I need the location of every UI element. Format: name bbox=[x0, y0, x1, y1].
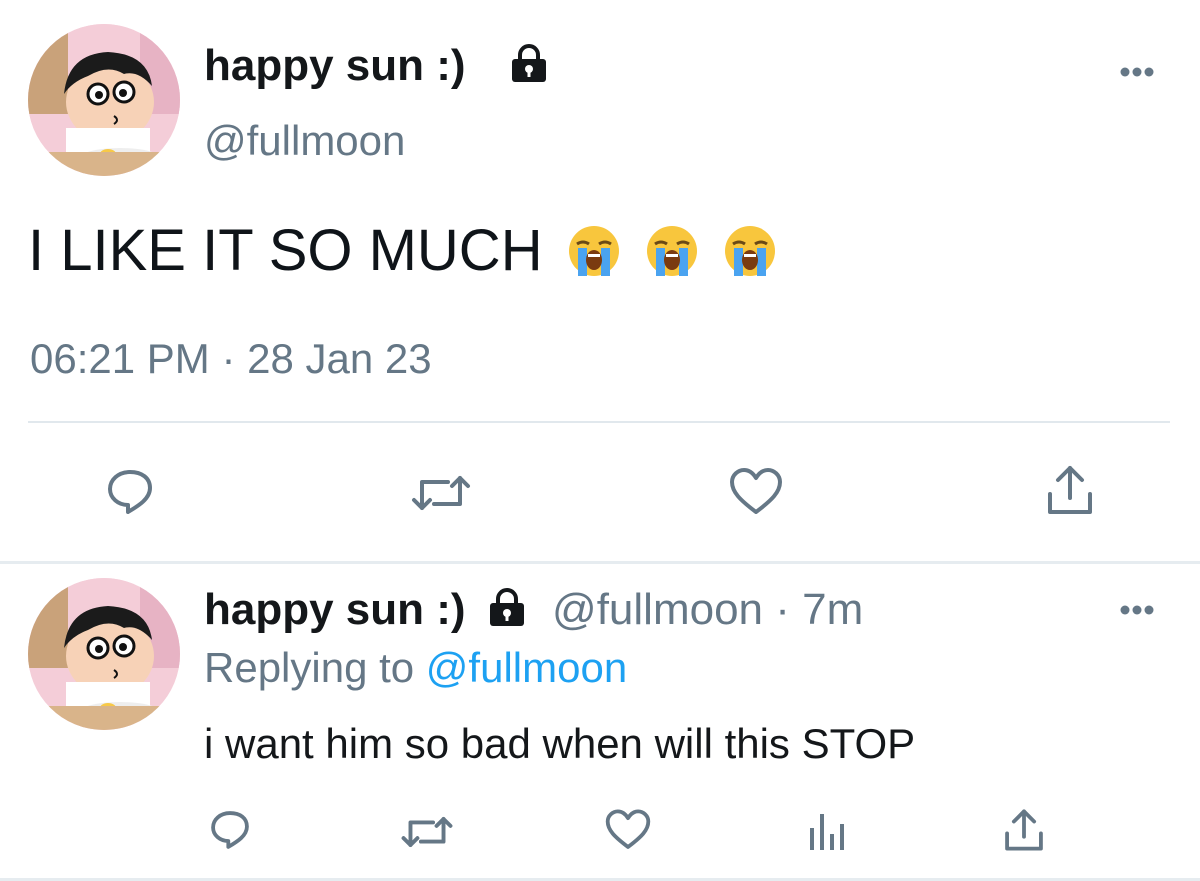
reply-icon[interactable] bbox=[104, 466, 156, 518]
avatar[interactable] bbox=[28, 24, 180, 176]
loudly-crying-face-icon bbox=[567, 224, 621, 278]
share-icon[interactable] bbox=[1002, 806, 1046, 854]
reply-header: happy sun :) @fullmoon · 7m bbox=[204, 582, 863, 638]
tweet-text-row: I LIKE IT SO MUCH bbox=[28, 218, 777, 284]
reply-text: i want him so bad when will this STOP bbox=[204, 720, 916, 767]
reply-handle[interactable]: @fullmoon bbox=[552, 585, 763, 634]
retweet-icon[interactable] bbox=[400, 812, 454, 852]
share-icon[interactable] bbox=[1044, 462, 1096, 518]
display-name[interactable]: happy sun :) bbox=[204, 38, 466, 94]
lock-icon bbox=[486, 586, 528, 628]
timestamp[interactable]: 06:21 PM bbox=[30, 335, 210, 382]
replying-to: Replying to @fullmoon bbox=[204, 640, 627, 696]
lock-icon bbox=[508, 42, 550, 84]
loudly-crying-face-icon bbox=[645, 224, 699, 278]
section-divider bbox=[0, 561, 1200, 564]
meta-separator: · bbox=[221, 335, 236, 382]
reply-icon[interactable] bbox=[208, 808, 252, 852]
more-icon[interactable] bbox=[1116, 62, 1160, 82]
tweet-meta: 06:21 PM · 28 Jan 23 bbox=[30, 332, 432, 386]
reply-display-name[interactable]: happy sun :) bbox=[204, 585, 466, 634]
reply-separator: · bbox=[775, 585, 790, 634]
like-icon[interactable] bbox=[604, 808, 652, 852]
divider bbox=[28, 421, 1170, 423]
reply-time[interactable]: 7m bbox=[802, 585, 863, 634]
analytics-icon[interactable] bbox=[806, 810, 848, 852]
tweet-text: I LIKE IT SO MUCH bbox=[28, 218, 543, 283]
loudly-crying-face-icon bbox=[723, 224, 777, 278]
replying-to-handle[interactable]: @fullmoon bbox=[426, 644, 627, 691]
date[interactable]: 28 Jan 23 bbox=[247, 335, 432, 382]
replying-to-label: Replying to bbox=[204, 644, 415, 691]
more-icon[interactable] bbox=[1116, 600, 1160, 620]
reply-avatar[interactable] bbox=[28, 578, 180, 730]
retweet-icon[interactable] bbox=[410, 470, 472, 516]
like-icon[interactable] bbox=[728, 466, 784, 518]
handle[interactable]: @fullmoon bbox=[204, 114, 405, 168]
